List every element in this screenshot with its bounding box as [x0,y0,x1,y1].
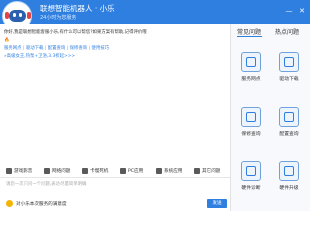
sidebar-item-label: 驱动下载 [279,77,299,82]
link-driver-download[interactable]: 驱动下载 [26,46,44,51]
download-icon [279,52,299,72]
active-tab-indicator [237,36,262,37]
link-separator: | [44,46,47,51]
tab-common-questions[interactable]: 常见问题 [237,27,261,36]
message-input[interactable]: 请您一次只问一个问题,表达尽量简单明确 [0,177,230,197]
toolbar-item-slow[interactable]: 卡慢死机 [82,168,108,174]
minimize-button[interactable]: — [284,6,294,16]
toolbar-item-network[interactable]: 网络问题 [44,168,70,174]
slow-icon [82,168,88,174]
location-icon [241,52,261,72]
category-toolbar: 游戏影音 网络问题 卡慢死机 PC应用 系统应用 其它问题 [0,166,230,177]
toolbar-item-label: 网络问题 [52,169,71,174]
sidebar-item-config[interactable]: 配置查询 [271,107,307,145]
bot-message: 你好,我是联想智能客服小乐,有什么可以帮您?如果方案有帮助,记得评价哦 🔥 服务… [4,29,224,61]
sidebar-item-label: 配置查询 [279,132,299,137]
sidebar-item-label: 保修查询 [241,132,261,137]
upgrade-icon [279,161,299,181]
config-icon [279,107,299,127]
sidebar-item-label: 硬件升级 [279,186,299,191]
toolbar-item-system[interactable]: 系统应用 [156,168,182,174]
warranty-icon [241,107,261,127]
fire-icon: 🔥 [4,38,10,43]
survey-label: 对小乐本次服务的满意度 [16,201,67,207]
link-separator: | [66,46,69,51]
toolbar-item-label: 系统应用 [164,169,183,174]
toolbar-item-label: PC应用 [128,169,144,174]
toolbar-item-other[interactable]: 其它问题 [194,168,220,174]
sidebar-item-warranty[interactable]: 保修查询 [233,107,269,145]
gamepad-icon [6,168,12,174]
sidebar-item-upgrade[interactable]: 硬件升级 [271,161,307,199]
footer-bar: 对小乐本次服务的满意度 发送 [0,197,230,211]
tab-hot-questions[interactable]: 热点问题 [275,27,299,36]
toolbar-item-label: 卡慢死机 [90,169,109,174]
link-usage-tips[interactable]: 使用技巧 [92,46,110,51]
app-subtitle: 24小时为您服务 [40,15,77,21]
toolbar-item-label: 其它问题 [202,169,221,174]
other-icon [194,168,200,174]
link-warranty-query[interactable]: 保修查询 [70,46,88,51]
system-icon [156,168,162,174]
link-config-query[interactable]: 配置查询 [48,46,66,51]
send-button[interactable]: 发送 [207,199,227,208]
close-button[interactable]: ✕ [297,6,307,16]
satisfaction-survey[interactable]: 对小乐本次服务的满意度 [6,200,67,207]
title-bar: 联想智能机器人 · 小乐 24小时为您服务 — ✕ [0,0,310,31]
sidebar-item-label: 硬件诊断 [241,186,261,191]
app-title: 联想智能机器人 · 小乐 [40,4,115,13]
link-separator: | [22,46,25,51]
diagnosis-icon [241,161,261,181]
sidebar-item-service-outlets[interactable]: 服务网点 [233,52,269,90]
sidebar-item-label: 服务网点 [241,77,261,82]
quick-links: 服务网点 | 驱动下载 | 配置查询 | 保修查询 | 使用技巧 [4,45,224,53]
greeting-text: 你好,我是联想智能客服小乐,有什么可以帮您?如果方案有帮助,记得评价哦 [4,30,147,35]
sidebar-item-driver-download[interactable]: 驱动下载 [271,52,307,90]
apps-icon [120,168,126,174]
promo-link[interactable]: »高级女王,热泵+卫浴,3.3折起>>> [4,54,75,59]
toolbar-item-pc-apps[interactable]: PC应用 [120,168,143,174]
link-service-outlets[interactable]: 服务网点 [4,46,22,51]
network-icon [44,168,50,174]
toolbar-item-label: 游戏影音 [14,169,33,174]
sidebar: 常见问题 热点问题 服务网点 驱动下载 保修查询 配置查询 硬件诊断 硬件升级 [231,24,310,211]
link-separator: | [88,46,91,51]
toolbar-item-games[interactable]: 游戏影音 [6,168,32,174]
chat-panel: 你好,我是联想智能客服小乐,有什么可以帮您?如果方案有帮助,记得评价哦 🔥 服务… [0,24,230,188]
sidebar-item-diagnosis[interactable]: 硬件诊断 [233,161,269,199]
smiley-icon [6,200,13,207]
input-placeholder: 请您一次只问一个问题,表达尽量简单明确 [6,182,87,187]
